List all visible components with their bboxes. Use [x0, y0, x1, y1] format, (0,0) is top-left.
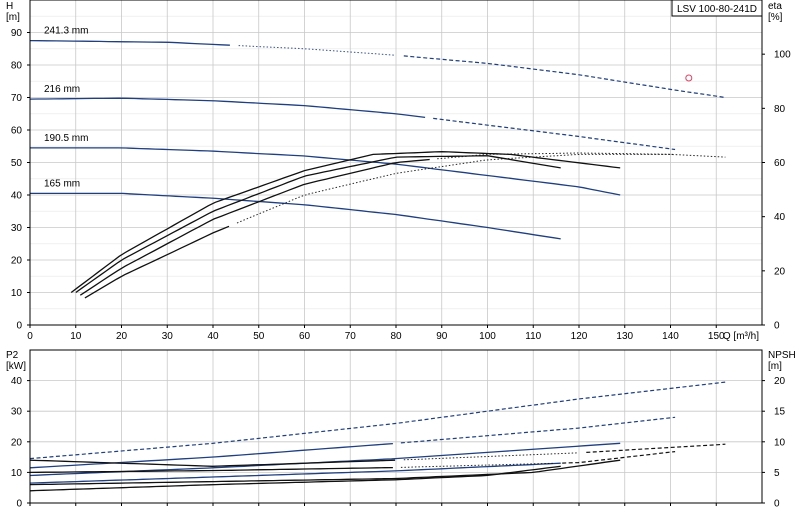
- head-y2-tick-label: 100: [774, 50, 791, 61]
- head-y-tick-label: 10: [11, 288, 23, 299]
- head-x-tick-label: 30: [162, 331, 174, 342]
- head-y2-tick-label: 40: [774, 212, 786, 223]
- head-y-tick-label: 60: [11, 126, 23, 137]
- head-series-0-line: [29, 39, 230, 46]
- power-y2-tick-label: 20: [774, 376, 786, 387]
- head-y2-tick-label: 20: [774, 266, 786, 277]
- power-y-axis-label: [kW]: [6, 361, 26, 372]
- power-series-4-line: [586, 443, 726, 453]
- head-x-tick-label: 50: [253, 331, 265, 342]
- head-x-tick-label: 110: [525, 331, 541, 342]
- head-series-label: 165 mm: [44, 178, 80, 189]
- power-y2-tick-label: 15: [774, 407, 786, 418]
- head-x-tick-label: 100: [479, 331, 496, 342]
- head-x-tick-label: 10: [70, 331, 82, 342]
- power-series-7-line: [29, 465, 561, 492]
- head-series-5-line: [75, 155, 561, 294]
- head-x-tick-label: 60: [299, 331, 311, 342]
- power-y2-tick-label: 0: [774, 499, 780, 510]
- head-y-tick-label: 50: [11, 158, 23, 169]
- head-x-tick-label: 70: [345, 331, 357, 342]
- power-y-tick-label: 0: [16, 499, 22, 510]
- power-y-axis-label: P2: [6, 350, 19, 361]
- head-y-tick-label: 40: [11, 191, 23, 202]
- head-x-tick-label: 0: [27, 331, 33, 342]
- head-series-0-line: [238, 45, 396, 56]
- head-x-tick-label: 20: [116, 331, 128, 342]
- head-y2-tick-label: 80: [774, 104, 786, 115]
- power-y2-axis-label: NPSH: [768, 350, 796, 361]
- power-y2-tick-label: 10: [774, 437, 786, 448]
- power-y-tick-label: 20: [11, 437, 23, 448]
- head-x-tick-label: 90: [436, 331, 448, 342]
- head-x-axis-label: Q [m³/h]: [723, 331, 759, 342]
- head-series-label: 190.5 mm: [44, 133, 88, 144]
- pump-performance-chart: 241.3 mm216 mm190.5 mm165 mm 01020304050…: [6, 0, 796, 510]
- head-operating-point-marker: [685, 74, 693, 82]
- power-y2-tick-label: 5: [774, 468, 780, 479]
- head-y-tick-label: 90: [11, 28, 23, 39]
- power-chart-series: [29, 381, 726, 492]
- head-chart-series: 241.3 mm 216 mm 190.5 mm 165 mm: [29, 26, 726, 299]
- head-x-tick-label: 40: [207, 331, 219, 342]
- head-y-tick-label: 80: [11, 61, 23, 72]
- head-y-axis-label: [m]: [6, 12, 20, 23]
- head-y2-tick-label: 60: [774, 158, 786, 169]
- head-x-tick-label: 120: [571, 331, 588, 342]
- power-y-tick-label: 40: [11, 376, 23, 387]
- head-y-tick-label: 30: [11, 223, 23, 234]
- head-chart-axes: 0 10 20 30 40 50 60 70 80 90 0 20 40 60 80 100 0 10 20 30 40…: [6, 0, 791, 342]
- power-y-tick-label: 30: [11, 407, 23, 418]
- chart-title: LSV 100-80-241D: [677, 4, 757, 15]
- chart-title-box: LSV 100-80-241D: [671, 0, 763, 17]
- head-series-3-line: [30, 192, 561, 240]
- head-series-6-line: [437, 152, 676, 160]
- head-series-1-line: [433, 117, 676, 151]
- head-series-7-line: [84, 225, 230, 299]
- head-series-4-line: [70, 151, 621, 294]
- head-y2-axis-label: [%]: [768, 12, 783, 23]
- head-y-tick-label: 70: [11, 93, 23, 104]
- head-y2-axis-label: eta: [768, 1, 782, 12]
- head-y-axis-label: H: [6, 1, 13, 12]
- power-series-0-line: [29, 381, 726, 460]
- power-series-1-line: [29, 442, 393, 469]
- head-y-tick-label: 0: [16, 321, 22, 332]
- head-y2-tick-label: 0: [774, 321, 780, 332]
- head-x-tick-label: 130: [616, 331, 633, 342]
- head-series-label: 241.3 mm: [44, 26, 88, 37]
- head-series-label: 216 mm: [44, 84, 80, 95]
- power-y-tick-label: 10: [11, 468, 23, 479]
- head-y-tick-label: 20: [11, 256, 23, 267]
- power-y2-axis-label: [m]: [768, 361, 782, 372]
- head-x-tick-label: 80: [390, 331, 402, 342]
- power-chart-axes: 0 10 20 30 40 0 5 10 15 20 P2[kW] NPSH[m]: [6, 349, 796, 510]
- head-series-7-line: [236, 153, 726, 224]
- head-series-1-line: [29, 97, 426, 119]
- head-series-0-line: [403, 55, 726, 99]
- head-x-tick-label: 140: [662, 331, 679, 342]
